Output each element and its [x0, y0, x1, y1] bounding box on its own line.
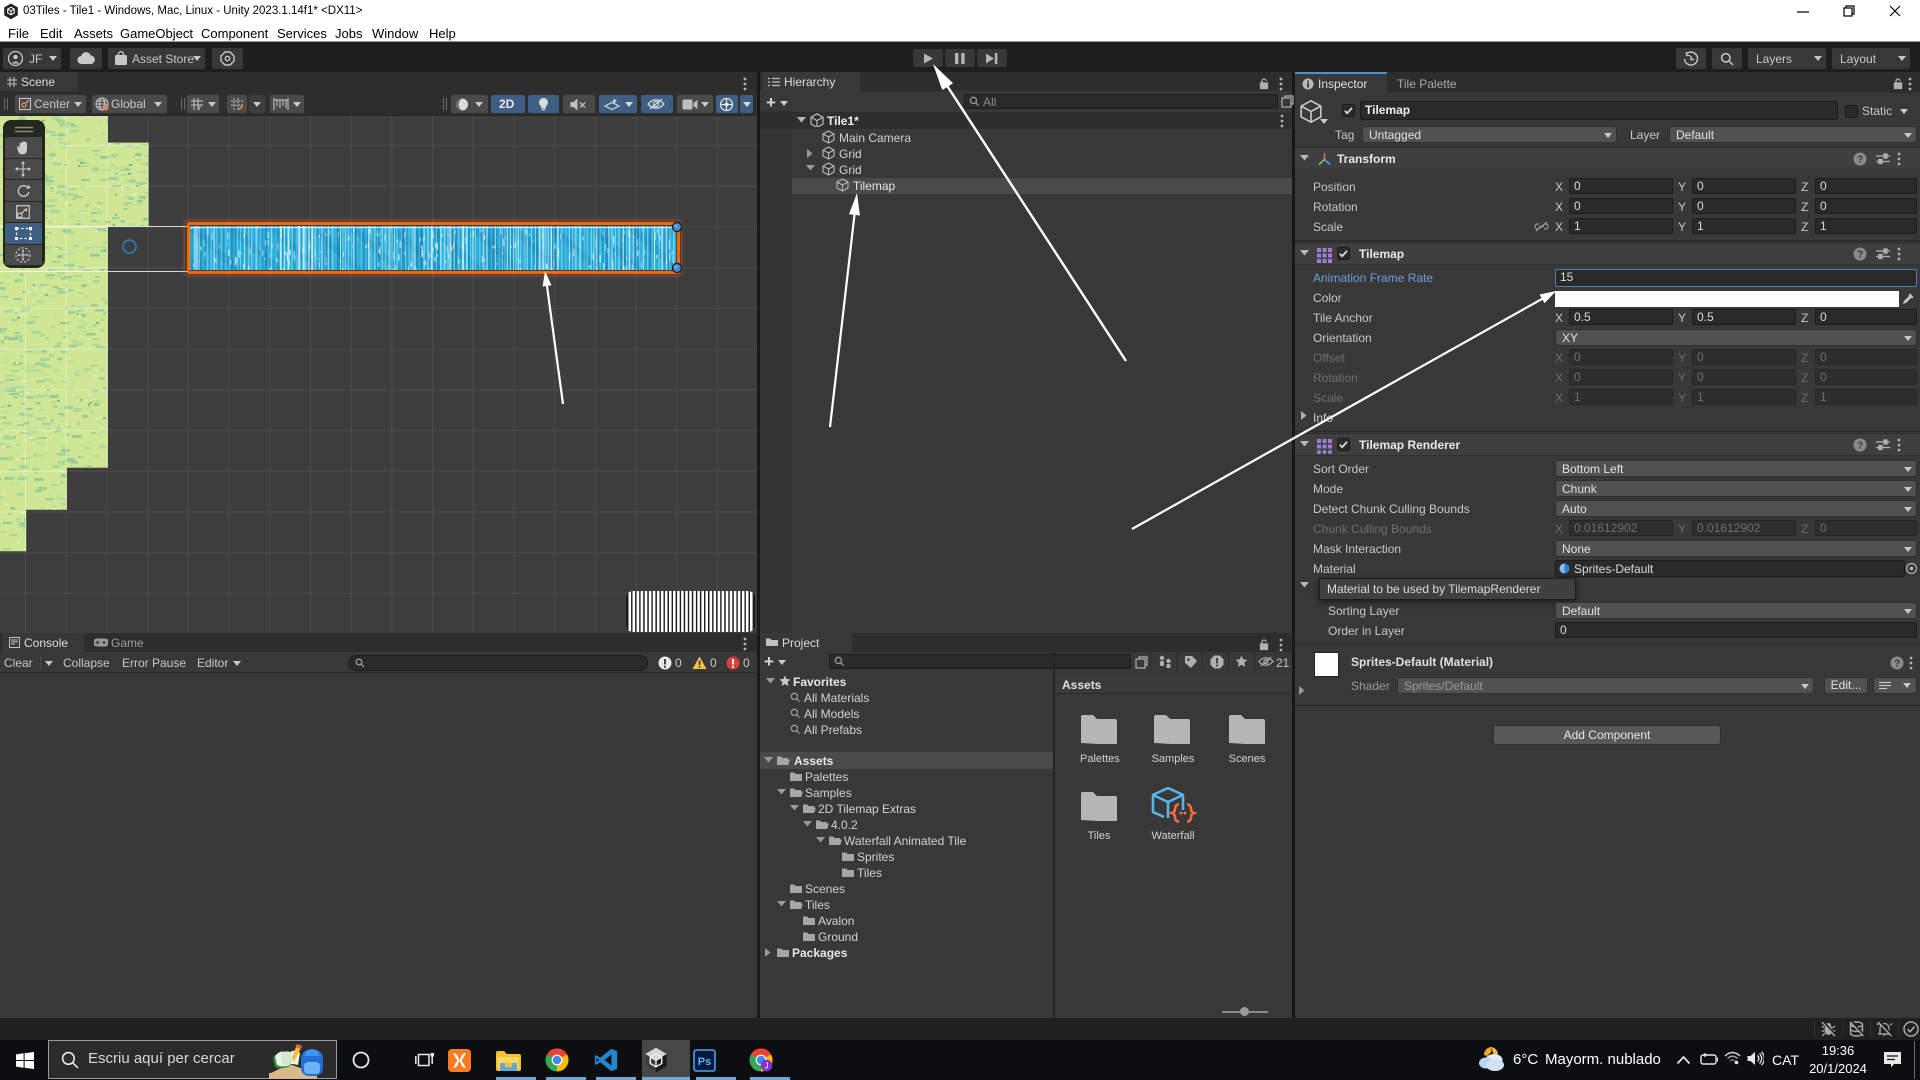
svg-text:?: ?: [1857, 250, 1863, 261]
svg-text:?: ?: [1857, 441, 1863, 452]
svg-text:?: ?: [1894, 659, 1900, 670]
svg-text:Y: Y: [197, 105, 202, 111]
svg-text:?: ?: [1857, 155, 1863, 166]
svg-text:J: J: [765, 1062, 769, 1071]
svg-text:Ps: Ps: [698, 1056, 711, 1068]
